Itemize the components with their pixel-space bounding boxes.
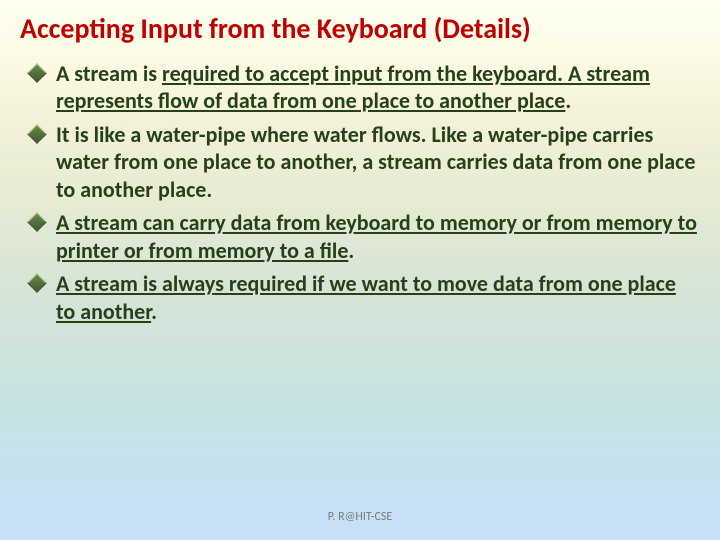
list-item: A stream is always required if we want t… bbox=[30, 270, 700, 325]
slide-title: Accepting Input from the Keyboard (Detai… bbox=[20, 12, 700, 46]
bullet-text: A stream is always required if we want t… bbox=[56, 270, 676, 325]
diamond-icon bbox=[27, 124, 47, 144]
bullet-text: A stream is required to accept input fro… bbox=[56, 60, 650, 115]
bullet-text: It is like a water-pipe where water flow… bbox=[56, 121, 695, 203]
bullet-text: A stream can carry data from keyboard to… bbox=[56, 209, 697, 264]
bullet-list: A stream is required to accept input fro… bbox=[20, 60, 700, 326]
list-item: A stream is required to accept input fro… bbox=[30, 60, 700, 115]
list-item: It is like a water-pipe where water flow… bbox=[30, 121, 700, 204]
diamond-icon bbox=[27, 212, 47, 232]
slide-footer: P. R@HIT-CSE bbox=[0, 510, 720, 524]
slide: Accepting Input from the Keyboard (Detai… bbox=[0, 0, 720, 540]
diamond-icon bbox=[27, 63, 47, 83]
list-item: A stream can carry data from keyboard to… bbox=[30, 209, 700, 264]
diamond-icon bbox=[27, 273, 47, 293]
